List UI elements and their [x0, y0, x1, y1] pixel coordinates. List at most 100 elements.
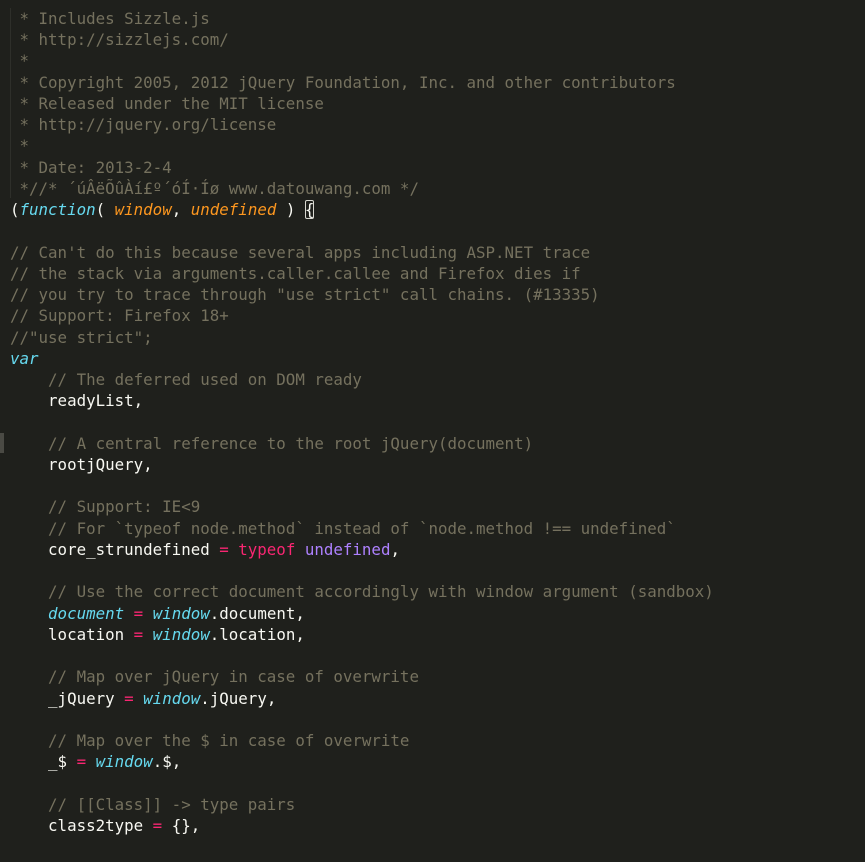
- code-line: * Released under the MIT license: [10, 93, 714, 114]
- code-line: * Copyright 2005, 2012 jQuery Foundation…: [10, 72, 714, 93]
- code-token: readyList,: [10, 391, 144, 411]
- code-token: // Map over the $ in case of overwrite: [48, 730, 410, 750]
- code-token: window: [152, 603, 210, 623]
- code-token: =: [124, 688, 134, 708]
- code-line: // Support: IE<9: [10, 496, 714, 517]
- code-line: _jQuery = window.jQuery,: [10, 688, 714, 709]
- code-token: *: [10, 136, 30, 156]
- code-token: *//* ´úÂëÕûÀí£º´óÍ·Íø www.datouwang.com …: [10, 178, 419, 198]
- code-line: _$ = window.$,: [10, 751, 714, 772]
- code-token: // For `typeof node.method` instead of `…: [48, 518, 676, 538]
- code-token: // Can't do this because several apps in…: [10, 242, 591, 262]
- code-line: // [[Class]] -> type pairs: [10, 794, 714, 815]
- code-line: document = window.document,: [10, 603, 714, 624]
- code-line: // Support: Firefox 18+: [10, 305, 714, 326]
- code-line: // A central reference to the root jQuer…: [10, 433, 714, 454]
- code-token: {},: [162, 815, 201, 835]
- code-line: (function( window, undefined ) {: [10, 199, 714, 220]
- code-token: rootjQuery,: [10, 454, 153, 474]
- code-token: =: [133, 603, 144, 623]
- code-token: .document,: [209, 603, 305, 623]
- code-line: readyList,: [10, 390, 714, 411]
- code-line: * Date: 2013-2-4: [10, 157, 714, 178]
- code-token: .$,: [152, 752, 182, 772]
- code-token: * Copyright 2005, 2012 jQuery Foundation…: [10, 72, 676, 92]
- code-token: (: [10, 200, 20, 220]
- code-line: *: [10, 135, 714, 156]
- code-line: // Use the correct document accordingly …: [10, 581, 714, 602]
- code-token: // Support: Firefox 18+: [10, 306, 229, 326]
- code-token: function: [19, 200, 96, 220]
- code-token: class2type: [10, 815, 153, 835]
- code-editor[interactable]: * Includes Sizzle.js * http://sizzlejs.c…: [10, 8, 714, 836]
- code-token: * Date: 2013-2-4: [10, 157, 172, 177]
- code-token: .jQuery,: [200, 688, 277, 708]
- code-line: * http://sizzlejs.com/: [10, 29, 714, 50]
- code-token: location: [10, 624, 134, 644]
- code-token: * http://jquery.org/license: [10, 115, 277, 135]
- code-line: // you try to trace through "use strict"…: [10, 284, 714, 305]
- code-line: // Can't do this because several apps in…: [10, 242, 714, 263]
- code-line: var: [10, 348, 714, 369]
- code-line: //"use strict";: [10, 327, 714, 348]
- code-token: // the stack via arguments.caller.callee…: [10, 263, 581, 283]
- code-line: *: [10, 50, 714, 71]
- code-token: // [[Class]] -> type pairs: [48, 794, 296, 814]
- code-token: //"use strict";: [10, 327, 153, 347]
- code-line: location = window.location,: [10, 624, 714, 645]
- code-token: window: [143, 688, 201, 708]
- code-line: class2type = {},: [10, 815, 714, 836]
- code-token: // you try to trace through "use strict"…: [10, 285, 600, 305]
- code-token: ): [276, 200, 305, 220]
- code-token: window: [114, 200, 172, 220]
- code-token: // A central reference to the root jQuer…: [48, 433, 534, 453]
- code-token: =: [76, 752, 87, 772]
- code-token: * Released under the MIT license: [10, 93, 324, 113]
- code-line: // Map over jQuery in case of overwrite: [10, 666, 714, 687]
- code-line: *//* ´úÂëÕûÀí£º´óÍ·Íø www.datouwang.com …: [10, 178, 714, 199]
- code-token: // Support: IE<9: [48, 497, 201, 517]
- code-line: rootjQuery,: [10, 454, 714, 475]
- code-line: // the stack via arguments.caller.callee…: [10, 263, 714, 284]
- code-token: // The deferred used on DOM ready: [48, 369, 362, 389]
- code-token: // Use the correct document accordingly …: [48, 582, 714, 602]
- code-token: typeof: [238, 539, 296, 559]
- code-token: ,: [390, 539, 400, 559]
- code-token: core_strundefined: [10, 539, 220, 559]
- code-line: // The deferred used on DOM ready: [10, 369, 714, 390]
- code-token: document: [48, 603, 125, 623]
- code-token: =: [152, 815, 163, 835]
- code-token: =: [133, 624, 144, 644]
- code-token: (: [95, 200, 115, 220]
- gutter-marker: [0, 433, 4, 453]
- code-token: .location,: [209, 624, 305, 644]
- code-token: var: [10, 348, 39, 368]
- code-token: * http://sizzlejs.com/: [10, 30, 229, 50]
- code-line: * http://jquery.org/license: [10, 114, 714, 135]
- code-token: =: [219, 539, 229, 559]
- code-line: // For `typeof node.method` instead of `…: [10, 518, 714, 539]
- code-token: *: [10, 51, 30, 71]
- code-token: _$: [10, 752, 77, 772]
- code-token: // Map over jQuery in case of overwrite: [48, 667, 419, 687]
